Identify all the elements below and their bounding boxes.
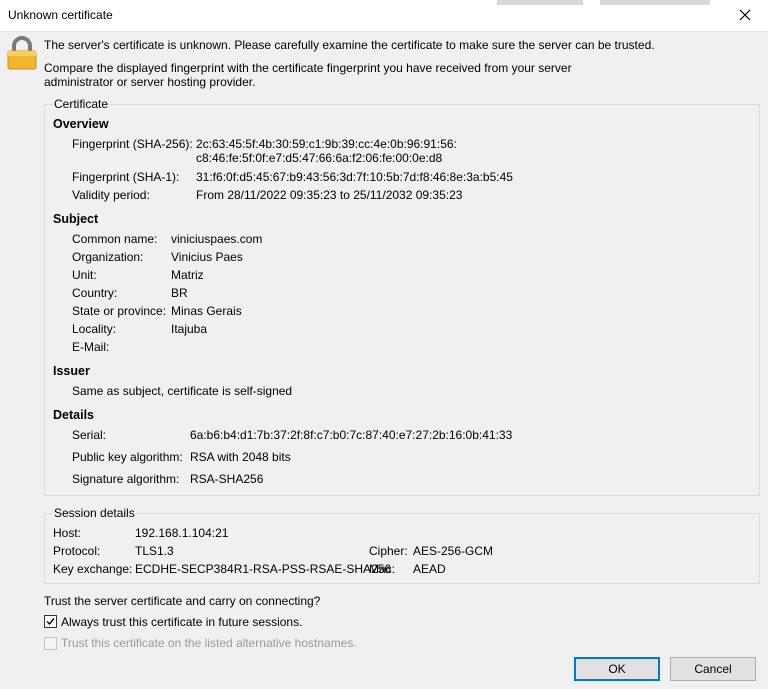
issuer-heading: Issuer	[53, 364, 90, 378]
validity-value: From 28/11/2022 09:35:23 to 25/11/2032 0…	[196, 188, 463, 202]
title-bar: Unknown certificate	[0, 0, 768, 32]
key-exchange-value: ECDHE-SECP384R1-RSA-PSS-RSAE-SHA256	[135, 562, 392, 576]
locality-label: Locality:	[72, 322, 117, 336]
organization-label: Organization:	[72, 250, 144, 264]
country-value: BR	[171, 286, 188, 300]
padlock-icon	[6, 36, 38, 70]
alt-hostnames-checkbox[interactable]	[44, 637, 57, 650]
protocol-value: TLS1.3	[135, 544, 174, 558]
mac-label: Mac:	[369, 562, 396, 576]
instructions-line-1: Compare the displayed fingerprint with t…	[44, 61, 572, 75]
signature-label: Signature algorithm:	[72, 472, 180, 486]
protocol-label: Protocol:	[53, 544, 101, 558]
serial-value: 6a:b6:b4:d1:7b:37:2f:8f:c7:b0:7c:87:40:e…	[190, 428, 513, 442]
checkmark-icon	[46, 618, 55, 626]
instructions-line-2: administrator or server hosting provider…	[44, 75, 256, 89]
mac-value: AEAD	[413, 562, 446, 576]
host-value: 192.168.1.104:21	[135, 526, 229, 540]
subject-heading: Subject	[53, 212, 99, 226]
ok-button[interactable]: OK	[574, 657, 660, 681]
cancel-button[interactable]: Cancel	[670, 657, 756, 681]
trust-question: Trust the server certificate and carry o…	[44, 594, 321, 608]
pubkey-value: RSA with 2048 bits	[190, 450, 291, 464]
session-group-label: Session details	[53, 506, 136, 520]
close-button[interactable]	[722, 0, 768, 31]
always-trust-checkbox[interactable]	[44, 615, 57, 628]
common-name-label: Common name:	[72, 232, 158, 246]
header-message: The server's certificate is unknown. Ple…	[44, 38, 655, 52]
always-trust-label[interactable]: Always trust this certificate in future …	[61, 615, 302, 629]
top-strip-left	[497, 0, 583, 5]
alt-hostnames-label[interactable]: Trust this certificate on the listed alt…	[61, 636, 357, 650]
sha256-label: Fingerprint (SHA-256):	[72, 137, 193, 151]
email-label: E-Mail:	[72, 340, 110, 354]
details-heading: Details	[53, 408, 94, 422]
key-exchange-label: Key exchange:	[53, 562, 133, 576]
overview-heading: Overview	[53, 117, 109, 131]
country-label: Country:	[72, 286, 118, 300]
issuer-text: Same as subject, certificate is self-sig…	[72, 384, 293, 398]
certificate-group-label: Certificate	[53, 97, 110, 111]
state-label: State or province:	[72, 304, 167, 318]
unit-label: Unit:	[72, 268, 97, 282]
common-name-value: viniciuspaes.com	[171, 232, 263, 246]
sha256-value-line-2: c8:46:fe:5f:0f:e7:d5:47:66:6a:f2:06:fe:0…	[196, 151, 443, 165]
close-icon	[739, 9, 751, 21]
state-value: Minas Gerais	[171, 304, 242, 318]
window-title: Unknown certificate	[8, 8, 113, 22]
sha1-value: 31:f6:0f:d5:45:67:b9:43:56:3d:7f:10:5b:7…	[196, 170, 513, 184]
unit-value: Matriz	[171, 268, 204, 282]
serial-label: Serial:	[72, 428, 107, 442]
pubkey-label: Public key algorithm:	[72, 450, 183, 464]
organization-value: Vinicius Paes	[171, 250, 243, 264]
host-label: Host:	[53, 526, 82, 540]
sha1-label: Fingerprint (SHA-1):	[72, 170, 180, 184]
cipher-value: AES-256-GCM	[413, 544, 494, 558]
top-strip-right	[600, 0, 710, 5]
cipher-label: Cipher:	[369, 544, 408, 558]
signature-value: RSA-SHA256	[190, 472, 264, 486]
validity-label: Validity period:	[72, 188, 150, 202]
locality-value: Itajuba	[171, 322, 208, 336]
sha256-value-line-1: 2c:63:45:5f:4b:30:59:c1:9b:39:cc:4e:0b:9…	[196, 137, 457, 151]
